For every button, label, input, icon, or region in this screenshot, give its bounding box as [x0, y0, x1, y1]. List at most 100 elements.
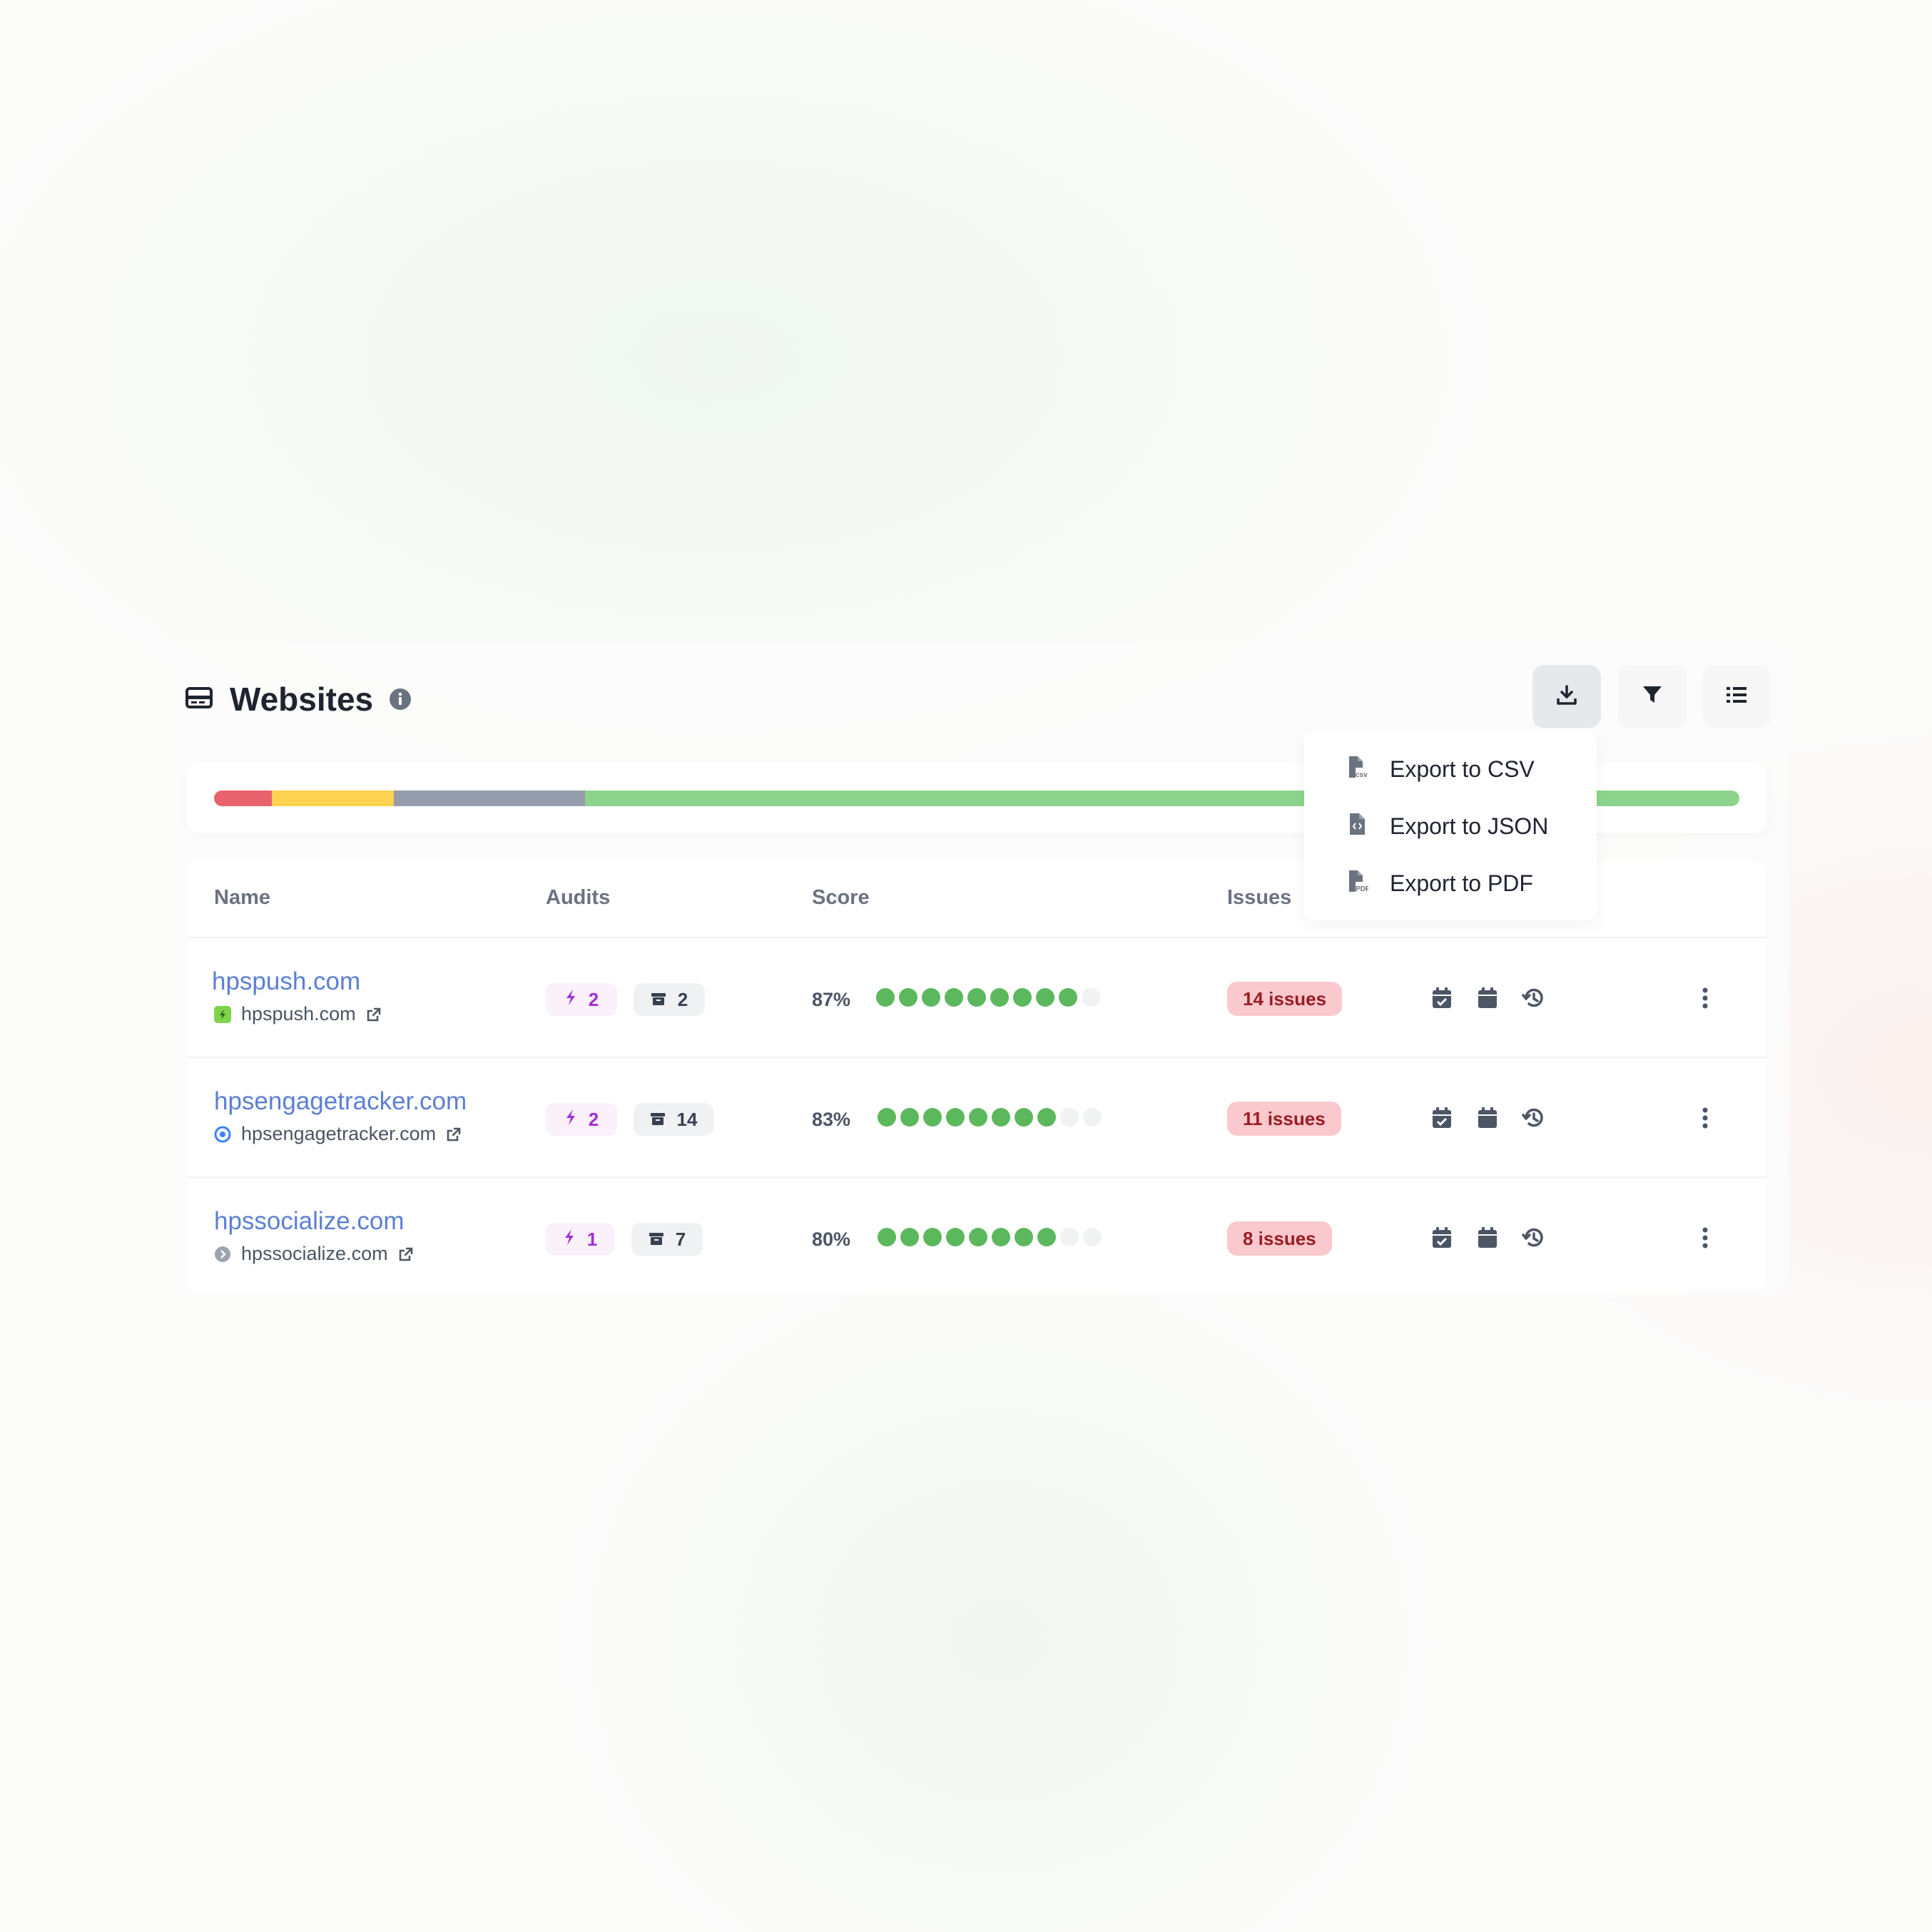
browser-card-icon: [185, 686, 213, 712]
calendar-check-icon[interactable]: [1428, 1224, 1456, 1252]
site-name-link[interactable]: hpsengagetracker.com: [214, 1087, 467, 1116]
site-domain: hpssocialize.com: [214, 1243, 414, 1265]
row-divider: [187, 1057, 1766, 1058]
site-domain: hpsengagetracker.com: [214, 1123, 462, 1145]
score-dots: [878, 1108, 1102, 1127]
score-percent: 80%: [812, 1229, 851, 1250]
score-dot-filled: [1013, 988, 1032, 1007]
archive-icon: [650, 1109, 677, 1131]
export-button[interactable]: [1532, 665, 1601, 728]
archive-icon: [651, 989, 678, 1011]
menu-item-export-pdf[interactable]: PDF Export to PDF: [1347, 862, 1533, 905]
bolt-icon: [564, 989, 589, 1011]
history-icon[interactable]: [1520, 1104, 1548, 1132]
menu-item-export-csv[interactable]: csv Export to CSV: [1347, 748, 1535, 790]
archived-count-badge[interactable]: 7: [631, 1223, 703, 1256]
archived-count-badge[interactable]: 2: [634, 983, 705, 1016]
score-dot-filled: [878, 1228, 896, 1246]
export-menu: csv Export to CSV Export to JSON PDF Exp…: [1304, 731, 1597, 920]
score-dot-filled: [946, 1228, 965, 1246]
menu-item-export-json[interactable]: Export to JSON: [1347, 805, 1548, 848]
score-dot-filled: [923, 1228, 942, 1246]
column-header-audits[interactable]: Audits: [546, 886, 610, 910]
calendar-icon[interactable]: [1473, 1104, 1502, 1132]
info-icon[interactable]: [389, 688, 412, 711]
score-dot-filled: [969, 1108, 987, 1127]
more-vertical-icon[interactable]: [1691, 984, 1719, 1012]
score-dot-filled: [1059, 988, 1077, 1007]
score-dot-filled: [1037, 1108, 1056, 1127]
score-dots: [878, 1228, 1102, 1246]
column-header-issues[interactable]: Issues: [1227, 886, 1291, 910]
audits-count: 2: [588, 1108, 599, 1130]
bolt-icon: [564, 1109, 589, 1131]
score-dot-filled: [969, 1228, 987, 1246]
site-name-link[interactable]: hpssocialize.com: [214, 1207, 405, 1236]
score-dot-filled: [899, 988, 917, 1007]
list-icon: [1726, 684, 1747, 709]
score-dot-filled: [1015, 1228, 1033, 1246]
score-dot-filled: [878, 1108, 896, 1127]
site-domain-label: hpspush.com: [241, 1003, 356, 1025]
archive-icon: [649, 1229, 676, 1251]
score-percent: 87%: [812, 989, 851, 1010]
external-link-icon[interactable]: [398, 1246, 414, 1262]
status-segment-red: [214, 790, 273, 806]
columns-button[interactable]: [1702, 665, 1771, 728]
archived-count: 14: [676, 1108, 698, 1130]
calendar-check-icon[interactable]: [1428, 1104, 1456, 1132]
column-header-name[interactable]: Name: [214, 886, 270, 910]
score-dot-filled: [923, 1108, 942, 1127]
score-dot-filled: [990, 988, 1009, 1007]
filter-button[interactable]: [1618, 665, 1687, 728]
audits-count-badge[interactable]: 1: [546, 1223, 614, 1256]
score-dot-filled: [992, 1228, 1010, 1246]
score-dot-filled: [1037, 1228, 1056, 1246]
archived-count-badge[interactable]: 14: [634, 1103, 713, 1136]
score-dot-empty: [1083, 1108, 1102, 1127]
bolt-icon: [563, 1229, 587, 1251]
score-dot-filled: [1036, 988, 1054, 1007]
score-dot-filled: [922, 988, 940, 1007]
more-vertical-icon[interactable]: [1691, 1104, 1719, 1132]
row-divider: [187, 1176, 1766, 1178]
blue-circle-favicon: [214, 1126, 231, 1143]
external-link-icon[interactable]: [446, 1127, 462, 1142]
score-dot-filled: [1015, 1108, 1033, 1127]
calendar-check-icon[interactable]: [1428, 984, 1456, 1012]
score-dot-filled: [946, 1108, 965, 1127]
download-icon: [1556, 684, 1577, 709]
audits-count-badge[interactable]: 2: [546, 1103, 617, 1136]
external-link-icon[interactable]: [366, 1007, 382, 1022]
score-dot-filled: [992, 1108, 1010, 1127]
svg-text:PDF: PDF: [1356, 885, 1368, 893]
score-dots: [876, 988, 1100, 1007]
site-domain-label: hpsengagetracker.com: [241, 1123, 437, 1144]
calendar-icon[interactable]: [1473, 1224, 1502, 1252]
audits-count: 1: [586, 1228, 598, 1250]
history-icon[interactable]: [1520, 984, 1548, 1012]
issues-badge[interactable]: 8 issues: [1227, 1221, 1332, 1256]
issues-badge[interactable]: 11 issues: [1227, 1102, 1341, 1136]
calendar-icon[interactable]: [1473, 984, 1502, 1012]
file-pdf-icon: PDF: [1347, 870, 1370, 898]
score-dot-filled: [876, 988, 895, 1007]
more-vertical-icon[interactable]: [1691, 1224, 1719, 1252]
panel-header: Websites: [185, 671, 412, 728]
audits-count-badge[interactable]: 2: [546, 983, 617, 1016]
score-dot-empty: [1060, 1228, 1079, 1246]
score-dot-empty: [1083, 1228, 1102, 1246]
page-title: Websites: [230, 681, 374, 718]
column-header-score[interactable]: Score: [812, 886, 870, 910]
site-name-link[interactable]: hpspush.com: [212, 967, 360, 996]
audits-count: 2: [588, 988, 599, 1010]
score-dot-filled: [900, 1108, 919, 1127]
site-domain-label: hpssocialize.com: [241, 1243, 388, 1264]
row-divider: [187, 937, 1766, 938]
file-csv-icon: csv: [1347, 756, 1368, 783]
status-segment-gray: [394, 790, 585, 806]
file-code-icon: [1347, 813, 1368, 840]
score-dot-filled: [945, 988, 963, 1007]
history-icon[interactable]: [1520, 1224, 1548, 1252]
issues-badge[interactable]: 14 issues: [1227, 982, 1343, 1016]
